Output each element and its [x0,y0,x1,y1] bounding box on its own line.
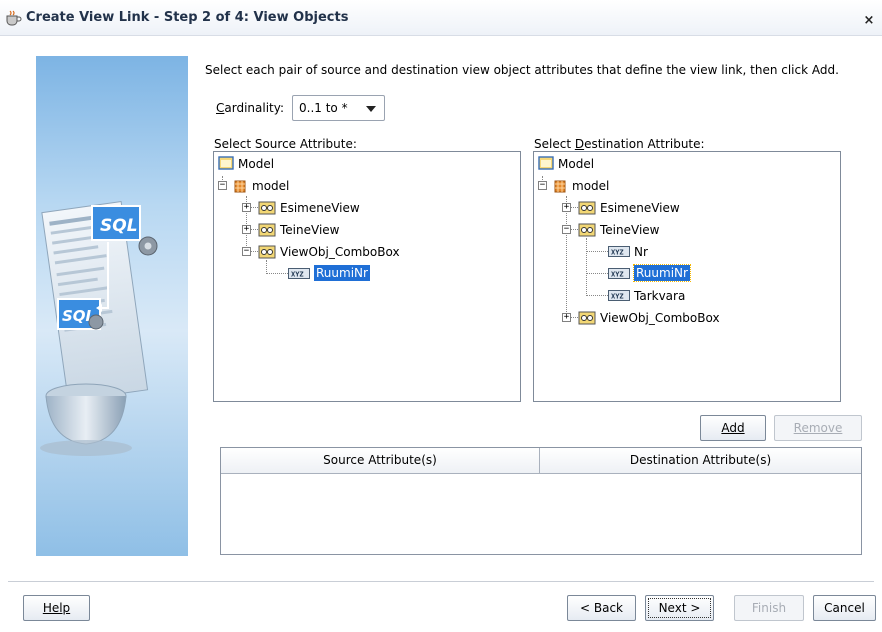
footer-divider [8,581,874,582]
help-button[interactable]: Help [23,595,90,621]
tree-node-viewobj-combobox[interactable]: − ViewObj_ComboBox [242,242,442,262]
source-attribute-label: Select Source Attribute: [214,137,357,151]
column-header-source[interactable]: Source Attribute(s) [221,448,540,474]
back-button[interactable]: < Back [567,595,636,621]
tree-node-esimeneview[interactable]: + EsimeneView [562,198,732,218]
remove-button[interactable]: Remove [774,415,862,441]
destination-attribute-label: Select Destination Attribute: [534,137,705,151]
tree-node-tarkvara[interactable]: XYZ Tarkvara [608,286,748,306]
tree-node-source-ruuminr[interactable]: XYZ RuumiNr [288,264,428,284]
finish-button[interactable]: Finish [734,595,804,621]
tree-node-teineview[interactable]: + TeineView [242,220,412,240]
project-folder-icon [218,156,234,170]
tree-node-nr[interactable]: XYZ Nr [608,242,748,262]
tree-node-teineview[interactable]: − TeineView [562,220,732,240]
cardinality-value: 0..1 to * [299,101,348,115]
wizard-illustration: SQL SQL [36,56,188,556]
svg-text:XYZ: XYZ [611,271,624,279]
column-header-destination[interactable]: Destination Attribute(s) [540,448,861,474]
expand-toggle-icon[interactable]: + [242,203,251,212]
coffee-cup-icon [6,10,22,26]
attribute-icon: XYZ [608,290,630,301]
svg-text:XYZ: XYZ [291,271,304,279]
tree-node-model-package[interactable]: − model [218,176,338,196]
tree-node-viewobj-combobox[interactable]: + ViewObj_ComboBox [562,308,762,328]
expand-toggle-icon[interactable]: + [562,203,571,212]
package-icon [234,180,246,193]
package-icon [554,180,566,193]
sql-label-top: SQL [100,216,138,236]
attribute-pairs-table[interactable]: Source Attribute(s) Destination Attribut… [220,447,862,555]
collapse-toggle-icon[interactable]: − [562,225,571,234]
collapse-toggle-icon[interactable]: − [538,181,547,190]
source-attribute-tree[interactable]: Model − model + EsimeneView + TeineView … [213,151,521,402]
cancel-button[interactable]: Cancel [813,595,876,621]
cardinality-label: Cardinality: [216,101,285,115]
cardinality-select[interactable]: 0..1 to * [292,95,385,121]
collapse-toggle-icon[interactable]: − [242,247,251,256]
tree-node-esimeneview[interactable]: + EsimeneView [242,198,412,218]
instruction-text: Select each pair of source and destinati… [205,63,839,77]
view-object-icon [258,223,276,237]
tree-node-destination-ruuminr[interactable]: XYZ RuumiNr [608,264,748,284]
add-button[interactable]: Add [700,415,766,441]
close-button[interactable]: × [860,12,878,30]
attribute-icon: XYZ [608,246,630,257]
collapse-toggle-icon[interactable]: − [218,181,227,190]
expand-toggle-icon[interactable]: + [242,225,251,234]
view-object-icon [578,201,596,215]
next-button[interactable]: Next > [645,595,714,621]
illustration-graphic: SQL SQL [40,201,158,456]
window-title: Create View Link - Step 2 of 4: View Obj… [26,10,349,25]
project-folder-icon [538,156,554,170]
svg-text:XYZ: XYZ [611,249,624,257]
destination-attribute-tree[interactable]: Model − model + EsimeneView − TeineView … [533,151,841,402]
attribute-icon: XYZ [288,268,310,279]
view-object-icon [258,201,276,215]
tree-node-model-root[interactable]: Model [218,154,338,174]
expand-toggle-icon[interactable]: + [562,313,571,322]
tree-node-model-root[interactable]: Model [538,154,658,174]
chevron-down-icon[interactable] [366,106,376,112]
tree-node-model-package[interactable]: − model [538,176,658,196]
title-bar: Create View Link - Step 2 of 4: View Obj… [0,0,882,36]
attribute-icon: XYZ [608,268,630,279]
view-object-icon [578,223,596,237]
svg-text:XYZ: XYZ [611,293,624,301]
view-object-icon [258,245,276,259]
view-object-icon [578,311,596,325]
